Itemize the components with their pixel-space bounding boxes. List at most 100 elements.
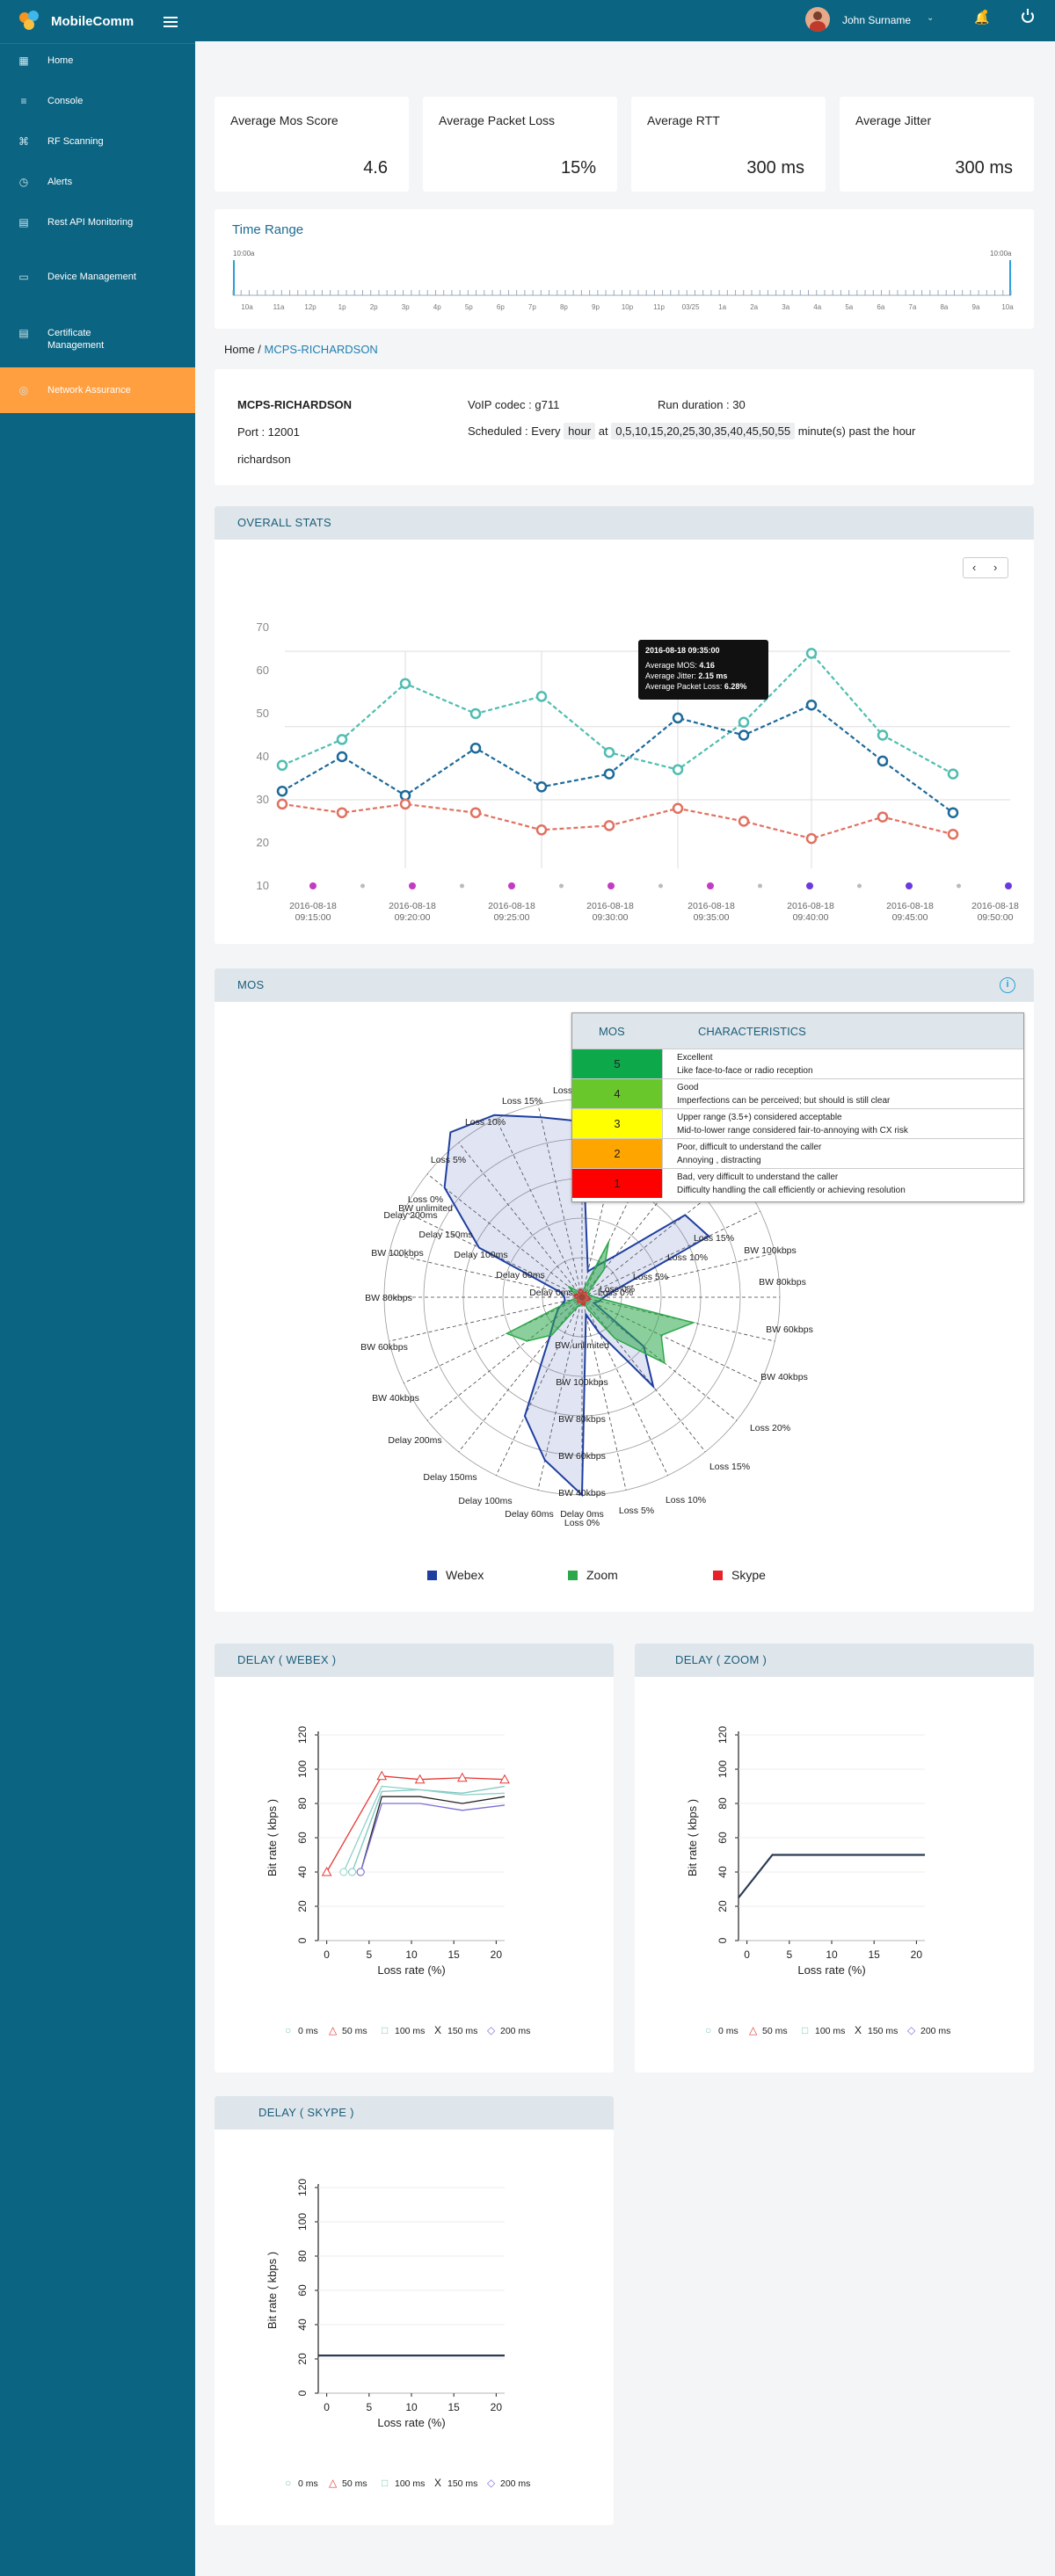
time-tick-label: 8p [560,303,568,311]
data-point [399,789,411,802]
device-icon: ▭ [18,271,29,283]
series-line [738,1854,925,1898]
data-point [877,729,889,741]
sidebar-item-alerts[interactable]: ◷ Alerts [0,176,195,188]
kpi-value: 15% [560,158,596,178]
chart-tooltip: 2016-08-18 09:35:00 Average MOS: 4.16 Av… [638,640,768,700]
timeline-dot [309,882,316,889]
legend-label: 0 ms [298,2478,318,2489]
mos-row: 1 Bad, very difficult to understand the c… [572,1168,1023,1198]
timeline-dot [559,883,564,889]
radar-axis-label: BW 40kbps [760,1372,808,1382]
data-point [399,798,411,810]
legend-label: Skype [731,1568,766,1582]
sidebar-item-home[interactable]: ▦ Home [0,54,195,67]
time-tick-label: 3p [402,303,410,311]
sidebar-item-rest-api-monitoring[interactable]: ▤ Rest API Monitoring [0,216,195,229]
sidebar-item-network-assurance[interactable]: ◎ Network Assurance [0,367,195,413]
mos-desc-line: Like face-to-face or radio reception [677,1066,813,1076]
x-tick-label: 20 [491,1948,503,1961]
schedule: Scheduled : Every hour at 0,5,10,15,20,2… [468,423,915,439]
timeline-dot [1005,882,1012,889]
data-point [535,781,548,793]
kpi-card-packet-loss: Average Packet Loss 15% [423,97,617,192]
sidebar-item-rf-scanning[interactable]: ⌘ RF Scanning [0,135,195,148]
radar-axis-label: BW 40kbps [558,1488,606,1498]
time-range-slider[interactable]: 10:00a 10:00a 10a 11a 12p 1p 2p 3p 4p 5p 6p 7p 8p 9… [215,209,1034,329]
legend-label: 150 ms [868,2026,898,2036]
mos-desc-line: Imperfections can be perceived; but shou… [677,1096,891,1106]
chevron-down-icon[interactable]: ⌄ [927,13,934,23]
data-point [738,816,750,827]
kpi-label: Average Jitter [855,113,932,127]
sidebar-item-device-management[interactable]: ▭ Device Management [0,271,195,283]
mos-description: Excellent Like face-to-face or radio rece… [663,1049,813,1078]
x-tick-label: 09:20:00 [395,912,431,923]
mos-desc-line: Upper range (3.5+) considered acceptable [677,1113,842,1122]
sidebar-item-certificate-management[interactable]: ▤ Certificate Management [0,327,195,352]
y-tick-label: 80 [296,1797,309,1810]
data-point [469,707,482,720]
time-tick-label: 9p [592,303,600,311]
radar-axis-label: BW 40kbps [372,1393,419,1404]
legend-label: 50 ms [342,2026,367,2036]
characteristics-col-header: CHARACTERISTICS [698,1024,806,1038]
avatar[interactable] [805,7,830,32]
x-tick-label: 09:30:00 [593,912,629,923]
legend-symbol: □ [382,2024,388,2036]
radar-axis-label: BW 100kbps [744,1245,797,1256]
range-start-label: 10:00a [233,250,255,258]
legend-label: 100 ms [815,2026,845,2036]
radar-axis-label: Loss 0% [598,1288,633,1298]
menu-icon[interactable] [164,16,178,27]
y-tick-label: 120 [296,2179,309,2196]
timeline-dot [707,882,714,889]
tooltip-mos-label: Average MOS: [645,661,697,670]
x-tick-label: 10 [405,1948,418,1961]
legend-swatch [568,1570,578,1580]
radar-axis-label: BW unlimited [555,1340,609,1351]
radar-axis-label: BW 80kbps [558,1414,606,1425]
y-axis-label: Bit rate ( kbps ) [266,1799,279,1876]
legend-symbol: △ [329,2477,338,2489]
x-tick-label: 20 [491,2401,503,2413]
user-name[interactable]: John Surname [842,14,911,26]
brand: MobileComm [0,0,195,44]
mos-row: 3 Upper range (3.5+) considered acceptabl… [572,1108,1023,1138]
mos-score: 4 [572,1079,663,1108]
data-marker [339,1868,348,1876]
series-line [351,1785,506,1873]
data-point [877,755,889,767]
delay-zoom-chart: 0 20 40 60 80 100 120 0 5 10 15 20 Loss rate (%) Bit … [686,1726,950,2036]
mos-row: 5 Excellent Like face-to-face or radio rec… [572,1049,1023,1078]
x-tick-label: 10 [405,2401,418,2413]
tooltip-jitter: Average Jitter: 2.15 ms [645,671,761,681]
time-tick-label: 4p [433,303,441,311]
breadcrumb: Home / MCPS-RICHARDSON [224,343,378,356]
sliders-icon: ≡ [20,95,27,107]
timeline-dot [806,882,813,889]
y-tick-label: 120 [296,1726,309,1744]
y-tick-label: 40 [717,1866,729,1878]
data-point [947,828,959,840]
sidebar-item-console[interactable]: ≡ Console [0,95,195,107]
kpi-value: 300 ms [746,158,804,178]
series-line [281,703,954,814]
radar-axis-label: Loss 10% [666,1495,706,1506]
power-icon[interactable] [1022,9,1034,23]
legend-label: 150 ms [447,2478,477,2489]
x-tick-label: 2016-08-18 [787,901,834,911]
radar-axis-label: Delay 150ms [418,1230,472,1240]
data-point [603,746,615,758]
mos-score: 3 [572,1109,663,1138]
time-tick-label: 03/25 [682,303,701,311]
legend-symbol: ◇ [907,2024,916,2036]
bell-icon[interactable]: 🔔 [974,11,989,25]
sidebar-item-label: Alerts [47,177,73,187]
breadcrumb-home[interactable]: Home [224,343,255,356]
legend-symbol: ◇ [487,2024,496,2036]
radar-axis-label: Delay 150ms [423,1472,477,1483]
legend-zoom: Zoom [568,1568,618,1582]
y-tick-label: 20 [296,2353,309,2365]
data-point [672,802,684,815]
